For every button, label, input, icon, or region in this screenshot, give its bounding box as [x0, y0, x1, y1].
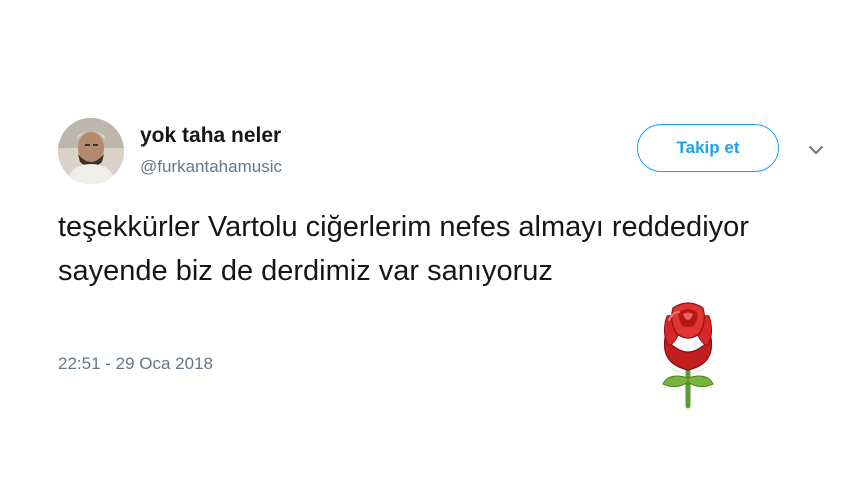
tweet-text: teşekkürler Vartolu ciğerlerim nefes alm…: [58, 211, 749, 287]
rose-emoji-icon: [655, 298, 747, 414]
follow-button[interactable]: Takip et: [637, 124, 779, 172]
chevron-down-icon[interactable]: [806, 142, 826, 158]
author-display-name[interactable]: yok taha neler: [140, 124, 281, 148]
tweet-timestamp[interactable]: 22:51 - 29 Oca 2018: [58, 354, 213, 374]
author-handle[interactable]: @furkantahamusic: [140, 157, 282, 177]
avatar[interactable]: [58, 118, 124, 184]
tweet-card: yok taha neler @furkantahamusic Takip et…: [0, 0, 860, 480]
